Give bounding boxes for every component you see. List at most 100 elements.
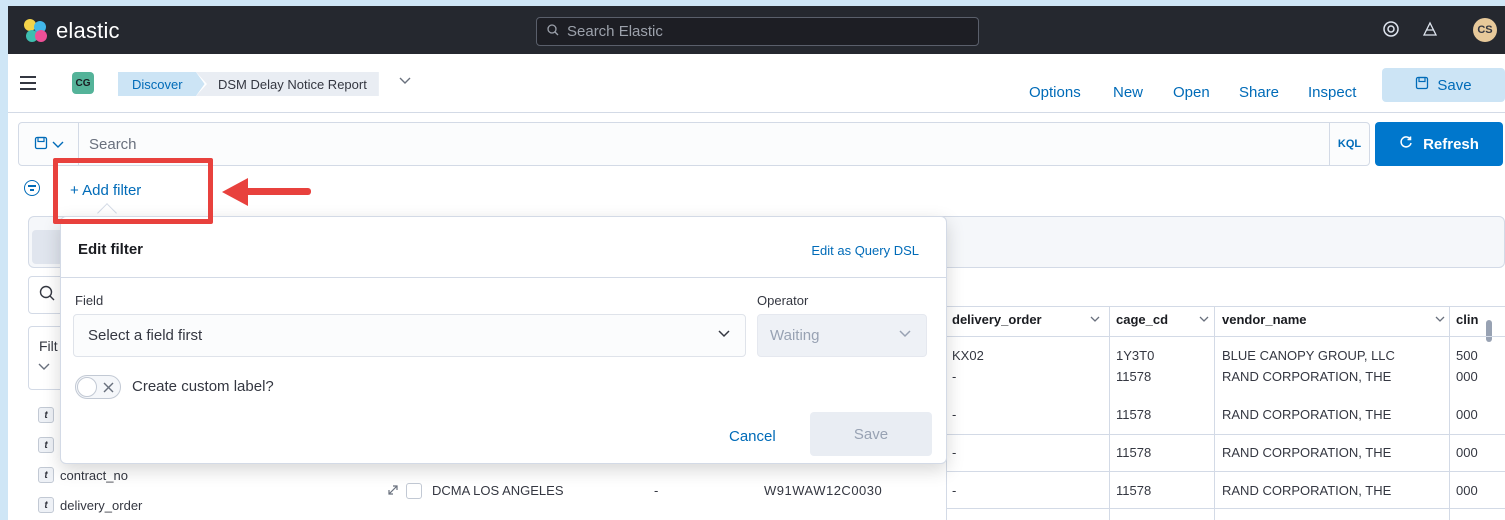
refresh-button[interactable]: Refresh [1375,122,1503,166]
field-select[interactable]: Select a field first [73,314,746,357]
popover-title: Edit filter [78,241,144,258]
operator-placeholder: Waiting [770,327,820,344]
chevron-down-icon[interactable] [1435,314,1445,326]
options-link[interactable]: Options [1029,84,1081,101]
field-list-item[interactable]: t [38,407,54,423]
chevron-down-icon [898,327,912,342]
cell-clin: 000 [1456,407,1478,422]
popover-save-button[interactable]: Save [810,412,932,456]
brand-name: elastic [56,18,120,43]
annotation-highlight-box [53,158,213,224]
filter-options-icon[interactable] [24,180,40,196]
new-link[interactable]: New [1113,84,1143,101]
field-name: delivery_order [60,497,143,513]
column-header-vendor-name[interactable]: vendor_name [1222,312,1307,327]
custom-label-toggle[interactable] [75,375,121,399]
close-icon [103,378,114,396]
field-list-item[interactable]: t contract_no [38,467,128,483]
cell-delivery-order: - [952,369,957,384]
cell-vendor-name: RAND CORPORATION, THE [1222,483,1392,498]
toggle-knob [77,377,97,397]
row-checkbox[interactable] [406,483,422,499]
help-icon[interactable] [1382,20,1400,43]
query-search-input[interactable] [79,135,1329,153]
cell-cage-cd: 11578 [1116,407,1152,422]
string-type-icon: t [38,467,54,483]
chevron-down-icon[interactable] [38,360,50,374]
inspect-link[interactable]: Inspect [1308,84,1356,101]
annotation-arrow [245,188,311,195]
cell-dash: - [654,483,659,498]
app-nav-bar: CG Discover DSM Delay Notice Report Opti… [8,54,1505,113]
cell-contract: W91WAW12C0030 [764,483,883,498]
breadcrumb-report: DSM Delay Notice Report [196,72,379,96]
column-divider [1449,306,1450,520]
chevron-down-icon [717,327,731,342]
refresh-label: Refresh [1423,135,1479,153]
cell-vendor-name: RAND CORPORATION, THE [1222,445,1392,460]
string-type-icon: t [38,497,54,513]
app-frame: elastic Search Elastic CS CG Discover DS… [8,6,1505,520]
cell-vendor-name: RAND CORPORATION, THE [1222,407,1392,422]
cell-office: DCMA LOS ANGELES [432,483,564,498]
cell-delivery-order: - [952,445,957,460]
save-icon [34,136,48,153]
string-type-icon: t [38,437,54,453]
chevron-down-icon [52,137,64,152]
field-name: contract_no [60,467,128,483]
column-divider [1214,306,1215,520]
refresh-icon [1399,135,1413,153]
operator-select[interactable]: Waiting [757,314,927,357]
string-type-icon: t [38,407,54,423]
cell-delivery-order: - [952,483,957,498]
cell-vendor-name: BLUE CANOPY GROUP, LLC [1222,348,1395,363]
field-list-item[interactable]: t [38,437,54,453]
field-select-placeholder: Select a field first [88,327,203,344]
cancel-button[interactable]: Cancel [729,428,776,445]
expand-row-icon[interactable] [387,484,399,499]
space-avatar[interactable]: CG [72,72,94,94]
global-search-input[interactable]: Search Elastic [536,17,979,46]
kql-toggle[interactable]: KQL [1329,123,1369,165]
field-filter-label: Filt [39,338,58,354]
cell-vendor-name: RAND CORPORATION, THE [1222,369,1392,384]
save-button[interactable]: Save [1382,68,1505,102]
save-icon [1415,76,1429,94]
chevron-down-icon[interactable] [398,74,412,89]
custom-label-text: Create custom label? [132,378,274,395]
table-scrollbar[interactable] [1486,320,1492,342]
cell-cage-cd: 11578 [1116,445,1152,460]
cell-cage-cd: 11578 [1116,369,1152,384]
cell-delivery-order: KX02 [952,348,984,363]
query-bar: KQL [18,122,1370,166]
chevron-down-icon[interactable] [1199,314,1209,326]
column-header-clin[interactable]: clin [1456,312,1478,327]
cell-clin: 500 [1456,348,1478,363]
cell-clin: 000 [1456,369,1478,384]
user-avatar[interactable]: CS [1473,18,1497,42]
divider [61,277,946,278]
elastic-logo[interactable]: elastic [24,18,120,44]
column-header-delivery-order[interactable]: delivery_order [952,312,1042,327]
column-header-cage-cd[interactable]: cage_cd [1116,312,1168,327]
cell-cage-cd: 1Y3T0 [1116,348,1155,363]
chevron-down-icon[interactable] [1090,314,1100,326]
field-list-item[interactable]: t delivery_order [38,497,142,513]
cell-clin: 000 [1456,483,1478,498]
search-icon [547,23,559,40]
elastic-logo-icon [24,19,48,43]
menu-icon[interactable] [20,76,36,94]
cell-delivery-order: - [952,407,957,422]
open-link[interactable]: Open [1173,84,1210,101]
share-link[interactable]: Share [1239,84,1279,101]
breadcrumb-discover[interactable]: Discover [118,72,205,96]
edit-as-query-dsl-link[interactable]: Edit as Query DSL [811,243,919,258]
newsfeed-icon[interactable] [1421,20,1439,43]
save-label: Save [1437,76,1472,94]
row-divider [946,336,1505,337]
field-label: Field [75,293,104,308]
operator-label: Operator [757,293,809,308]
edit-filter-popover: Edit filter Edit as Query DSL Field Oper… [60,216,947,464]
top-header: elastic Search Elastic CS [8,6,1505,54]
column-divider [1109,306,1110,520]
